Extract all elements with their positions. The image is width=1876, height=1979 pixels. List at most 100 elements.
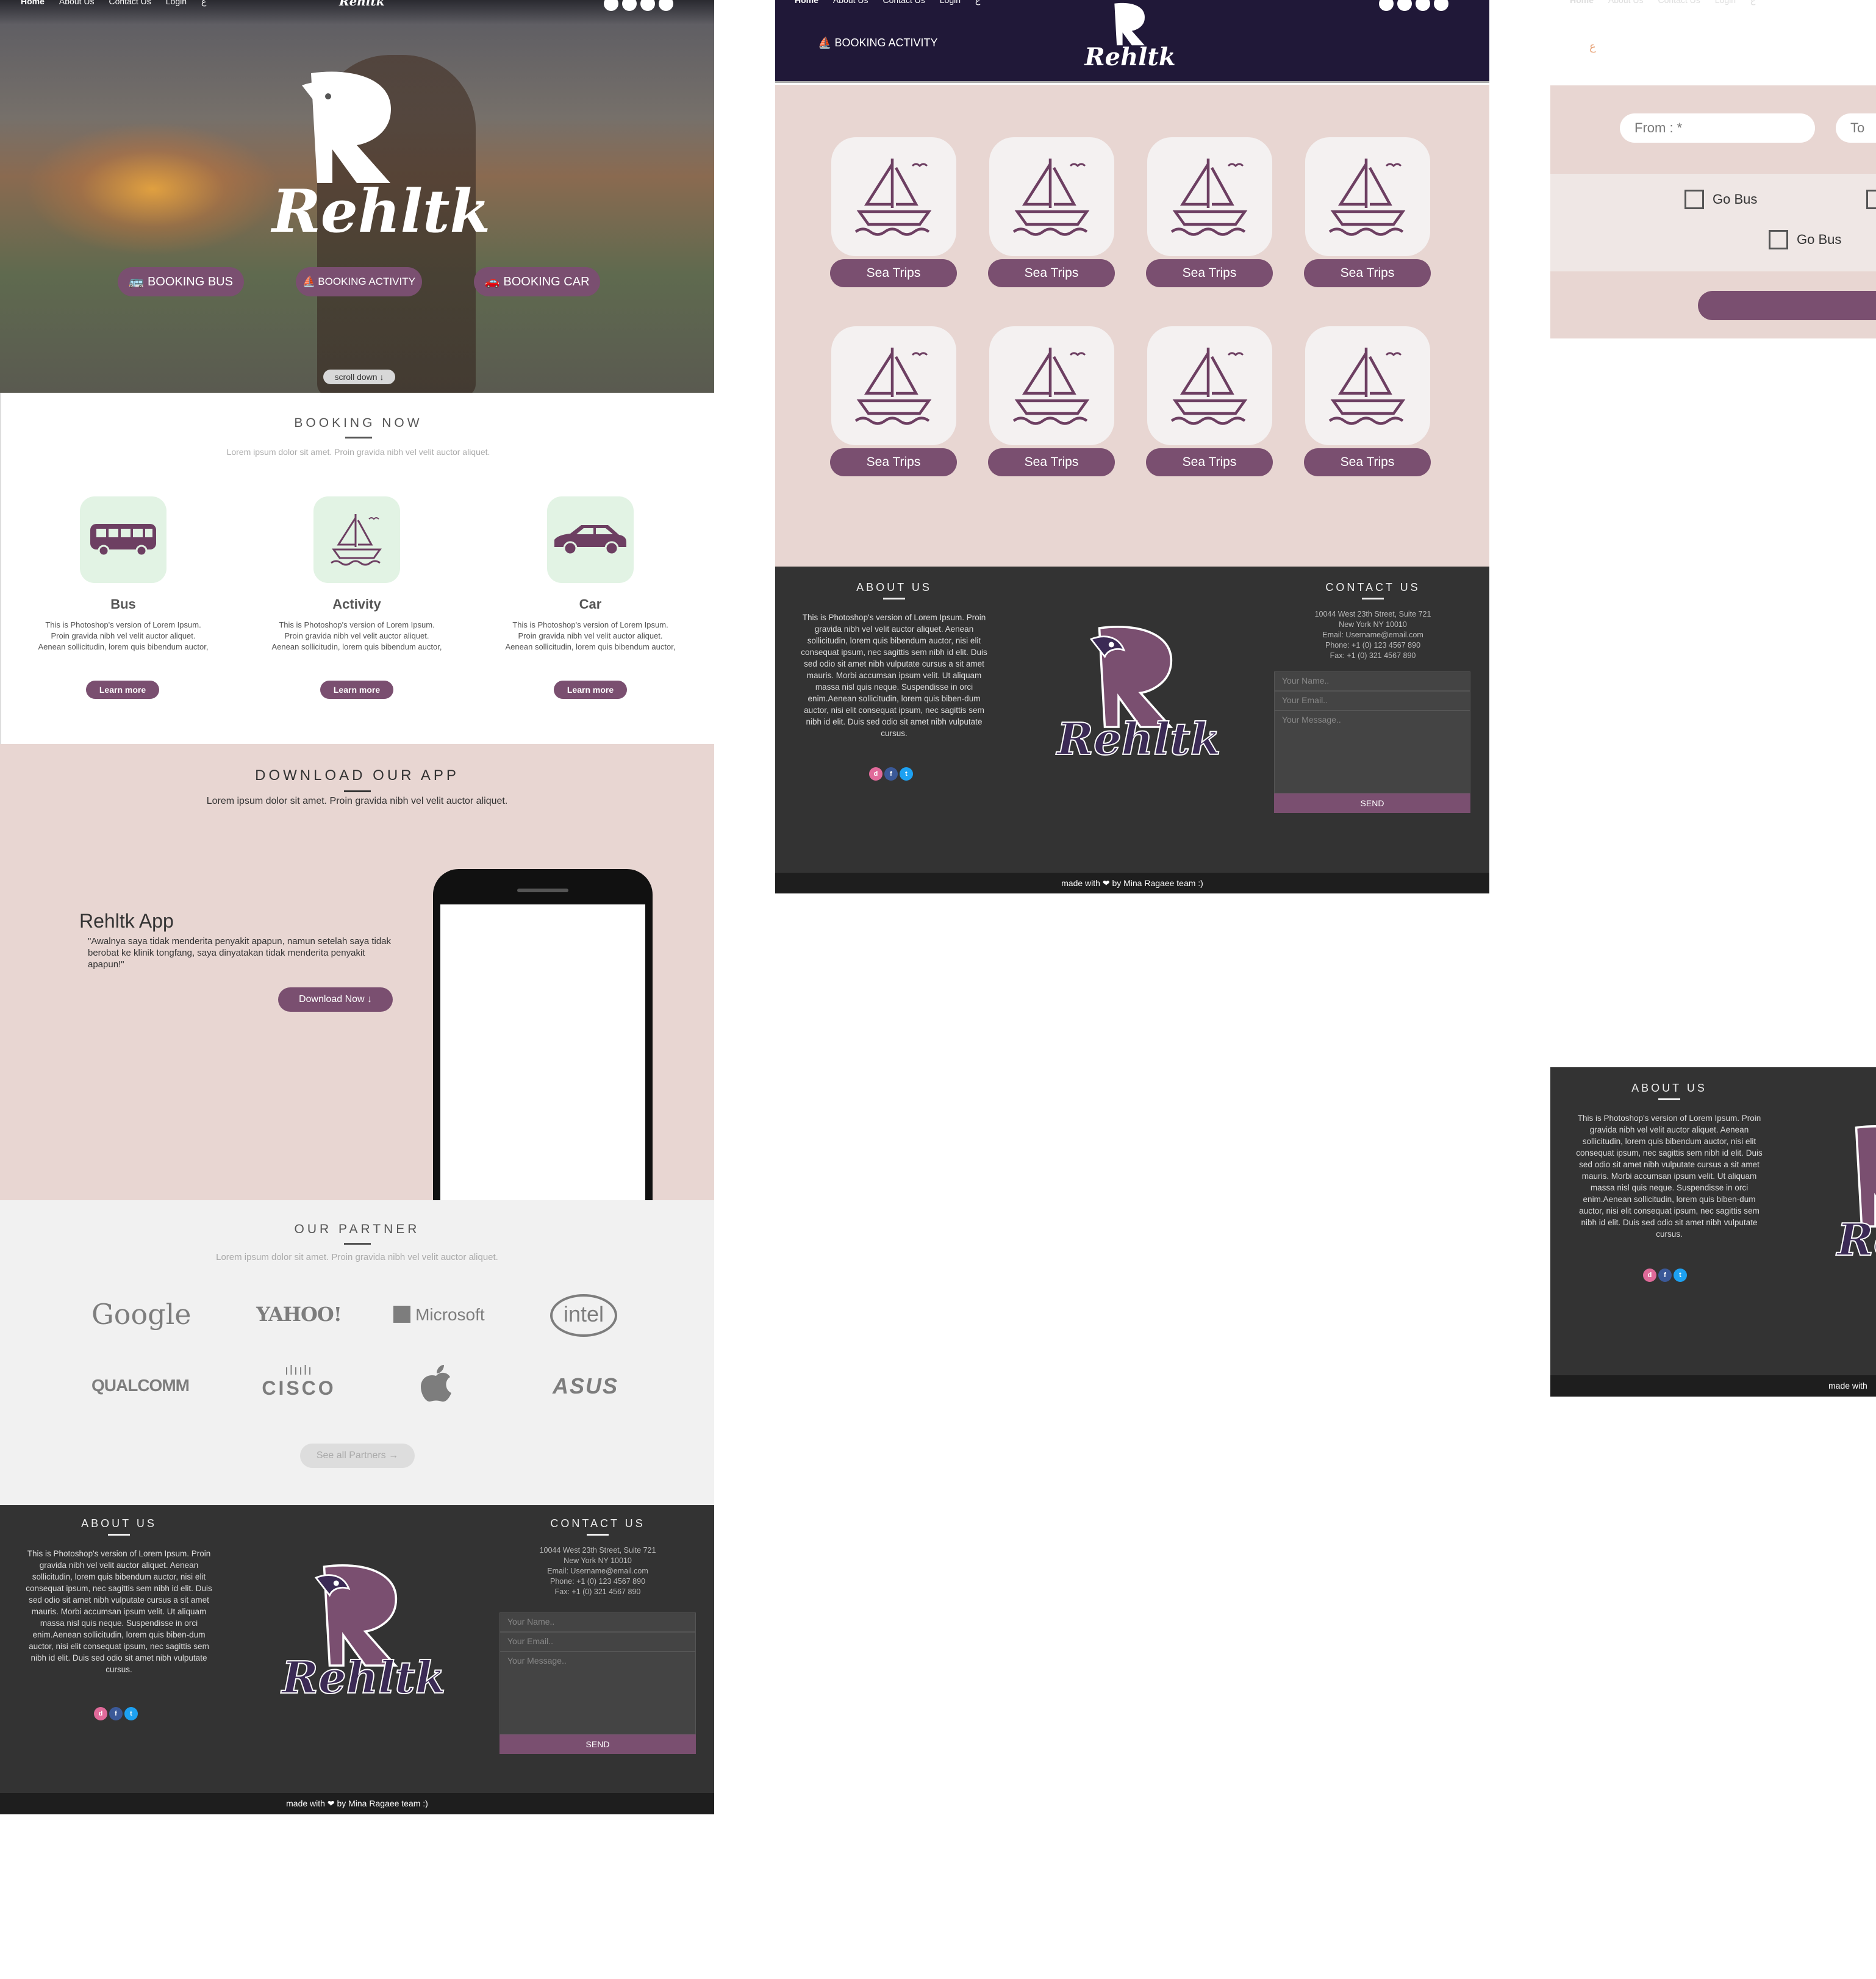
activity-learn-more-button[interactable]: Learn more (320, 681, 393, 699)
nav-home[interactable]: Home (1570, 0, 1594, 5)
sea-trips-button[interactable]: Sea Trips (1304, 259, 1431, 287)
go-bus-checkbox-1[interactable]: Go Bus (1684, 190, 1757, 209)
facebook-icon[interactable]: f (1658, 1269, 1672, 1282)
to-input[interactable]: To (1836, 113, 1876, 143)
nav-about[interactable]: About Us (59, 0, 95, 7)
footer-about-title: ABOUT US (81, 1517, 157, 1530)
footer-about-text: This is Photoshop's version of Lorem Ips… (801, 613, 987, 738)
email-input[interactable]: Your Email.. (499, 1632, 696, 1652)
dribbble-icon[interactable]: d (94, 1707, 107, 1720)
nav-login[interactable]: Login (940, 0, 961, 5)
name-input[interactable]: Your Name.. (1274, 671, 1470, 691)
booking-activity-button[interactable]: ⛵ BOOKING ACTIVITY (296, 267, 422, 296)
sea-trips-button[interactable]: Sea Trips (1146, 259, 1273, 287)
whatsapp-icon[interactable] (1416, 0, 1430, 11)
twitter-icon[interactable]: t (1674, 1269, 1687, 1282)
credit-text: made with ❤ (1828, 1381, 1867, 1390)
google-logo: Google (91, 1298, 192, 1331)
sea-trips-button[interactable]: Sea Trips (830, 259, 957, 287)
bus-form-top: From : * To (1550, 85, 1876, 174)
sea-trips-button[interactable]: Sea Trips (988, 259, 1115, 287)
activity-card[interactable] (831, 137, 956, 256)
email-input[interactable]: Your Email.. (1274, 691, 1470, 710)
twitter-icon[interactable] (1434, 0, 1448, 11)
sea-trips-button[interactable]: Sea Trips (830, 448, 957, 476)
go-bus-checkbox-2[interactable]: Go Bus (1769, 230, 1841, 249)
footer: ABOUT US This is Photoshop's version of … (775, 567, 1489, 873)
activity-header: Home About Us Contact Us Login ع ⛵ BOOKI… (775, 0, 1489, 83)
facebook-icon[interactable]: f (109, 1707, 123, 1720)
activity-card[interactable] (831, 326, 956, 445)
address-line-1: 10044 West 23th Street, Suite 721 (1314, 610, 1431, 618)
facebook-icon[interactable] (622, 0, 637, 11)
whatsapp-icon[interactable] (640, 0, 655, 11)
bus-learn-more-button[interactable]: Learn more (86, 681, 159, 699)
dribbble-icon[interactable]: d (869, 767, 883, 781)
sailboat-icon (1012, 158, 1089, 236)
bus-icon (90, 524, 156, 557)
title-underline (883, 598, 905, 599)
booking-car-button[interactable]: 🚗 BOOKING CAR (474, 267, 600, 296)
twitter-icon[interactable] (659, 0, 673, 11)
message-textarea[interactable]: Your Message.. (1274, 710, 1470, 793)
facebook-icon[interactable] (1397, 0, 1412, 11)
top-nav: Home About Us Contact Us Login ع (795, 0, 995, 5)
scroll-down-button[interactable]: scroll down ↓ (323, 370, 395, 384)
nav-login[interactable]: Login (1715, 0, 1736, 5)
sea-trips-button[interactable]: Sea Trips (1304, 448, 1431, 476)
nav-logo[interactable]: Rehltk (339, 0, 385, 9)
social-icons-top (1379, 0, 1448, 11)
footer-logo-text: Rehltk (1056, 712, 1222, 765)
nav-about[interactable]: About Us (833, 0, 868, 5)
sea-trips-button[interactable]: Sea Trips (988, 448, 1115, 476)
activity-card: Activity This is Photoshop's version of … (271, 496, 442, 653)
nav-lang[interactable]: ع (975, 0, 980, 5)
search-button[interactable] (1698, 291, 1876, 320)
car-learn-more-button[interactable]: Learn more (554, 681, 627, 699)
activity-desc: This is Photoshop's version of Lorem Ips… (271, 620, 442, 651)
name-input[interactable]: Your Name.. (499, 1612, 696, 1632)
from-input[interactable]: From : * (1620, 113, 1815, 143)
hero-logo-text: Rehltk (272, 177, 490, 246)
checkbox-icon[interactable] (1866, 190, 1876, 209)
see-all-partners-button[interactable]: See all Partners → (300, 1444, 415, 1468)
activity-card[interactable] (1147, 326, 1272, 445)
activity-card[interactable] (1147, 137, 1272, 256)
instagram-icon[interactable] (604, 0, 618, 11)
nav-contact[interactable]: Contact Us (883, 0, 925, 5)
partners-title: OUR PARTNER (294, 1222, 420, 1236)
nav-contact[interactable]: Contact Us (109, 0, 151, 7)
activity-card[interactable] (1305, 326, 1430, 445)
activity-card[interactable] (989, 137, 1114, 256)
nav-about[interactable]: About Us (1608, 0, 1644, 5)
boat-icon: ⛵ (303, 276, 316, 287)
instagram-icon[interactable] (1379, 0, 1394, 11)
footer-social: d f t (94, 1707, 138, 1720)
download-now-button[interactable]: Download Now ↓ (278, 987, 393, 1012)
see-all-partners-label: See all Partners (316, 1450, 386, 1461)
activity-card[interactable] (1305, 137, 1430, 256)
sea-trips-button[interactable]: Sea Trips (1146, 448, 1273, 476)
activity-card[interactable] (989, 326, 1114, 445)
nav-home[interactable]: Home (21, 0, 45, 7)
dribbble-icon[interactable]: d (1643, 1269, 1656, 1282)
footer-contact-title: CONTACT US (550, 1517, 645, 1530)
sailboat-icon (1328, 158, 1405, 236)
nav-login[interactable]: Login (166, 0, 187, 7)
nav-home[interactable]: Home (795, 0, 818, 5)
send-button[interactable]: SEND (1274, 793, 1470, 813)
send-button[interactable]: SEND (499, 1734, 696, 1754)
bus-card: Bus This is Photoshop's version of Lorem… (38, 496, 209, 653)
nav-lang[interactable]: ع (1750, 0, 1755, 5)
twitter-icon[interactable]: t (900, 767, 913, 781)
nav-lang[interactable]: ع (201, 0, 206, 7)
go-bus-label: Go Bus (1713, 191, 1758, 207)
facebook-icon[interactable]: f (884, 767, 898, 781)
checkbox-icon (1769, 230, 1788, 249)
nav-contact[interactable]: Contact Us (1658, 0, 1700, 5)
twitter-icon[interactable]: t (124, 1707, 138, 1720)
title-underline (343, 1243, 371, 1245)
booking-bus-button[interactable]: 🚌 BOOKING BUS (118, 267, 244, 296)
title-underline (343, 790, 371, 792)
message-textarea[interactable]: Your Message.. (499, 1652, 696, 1734)
